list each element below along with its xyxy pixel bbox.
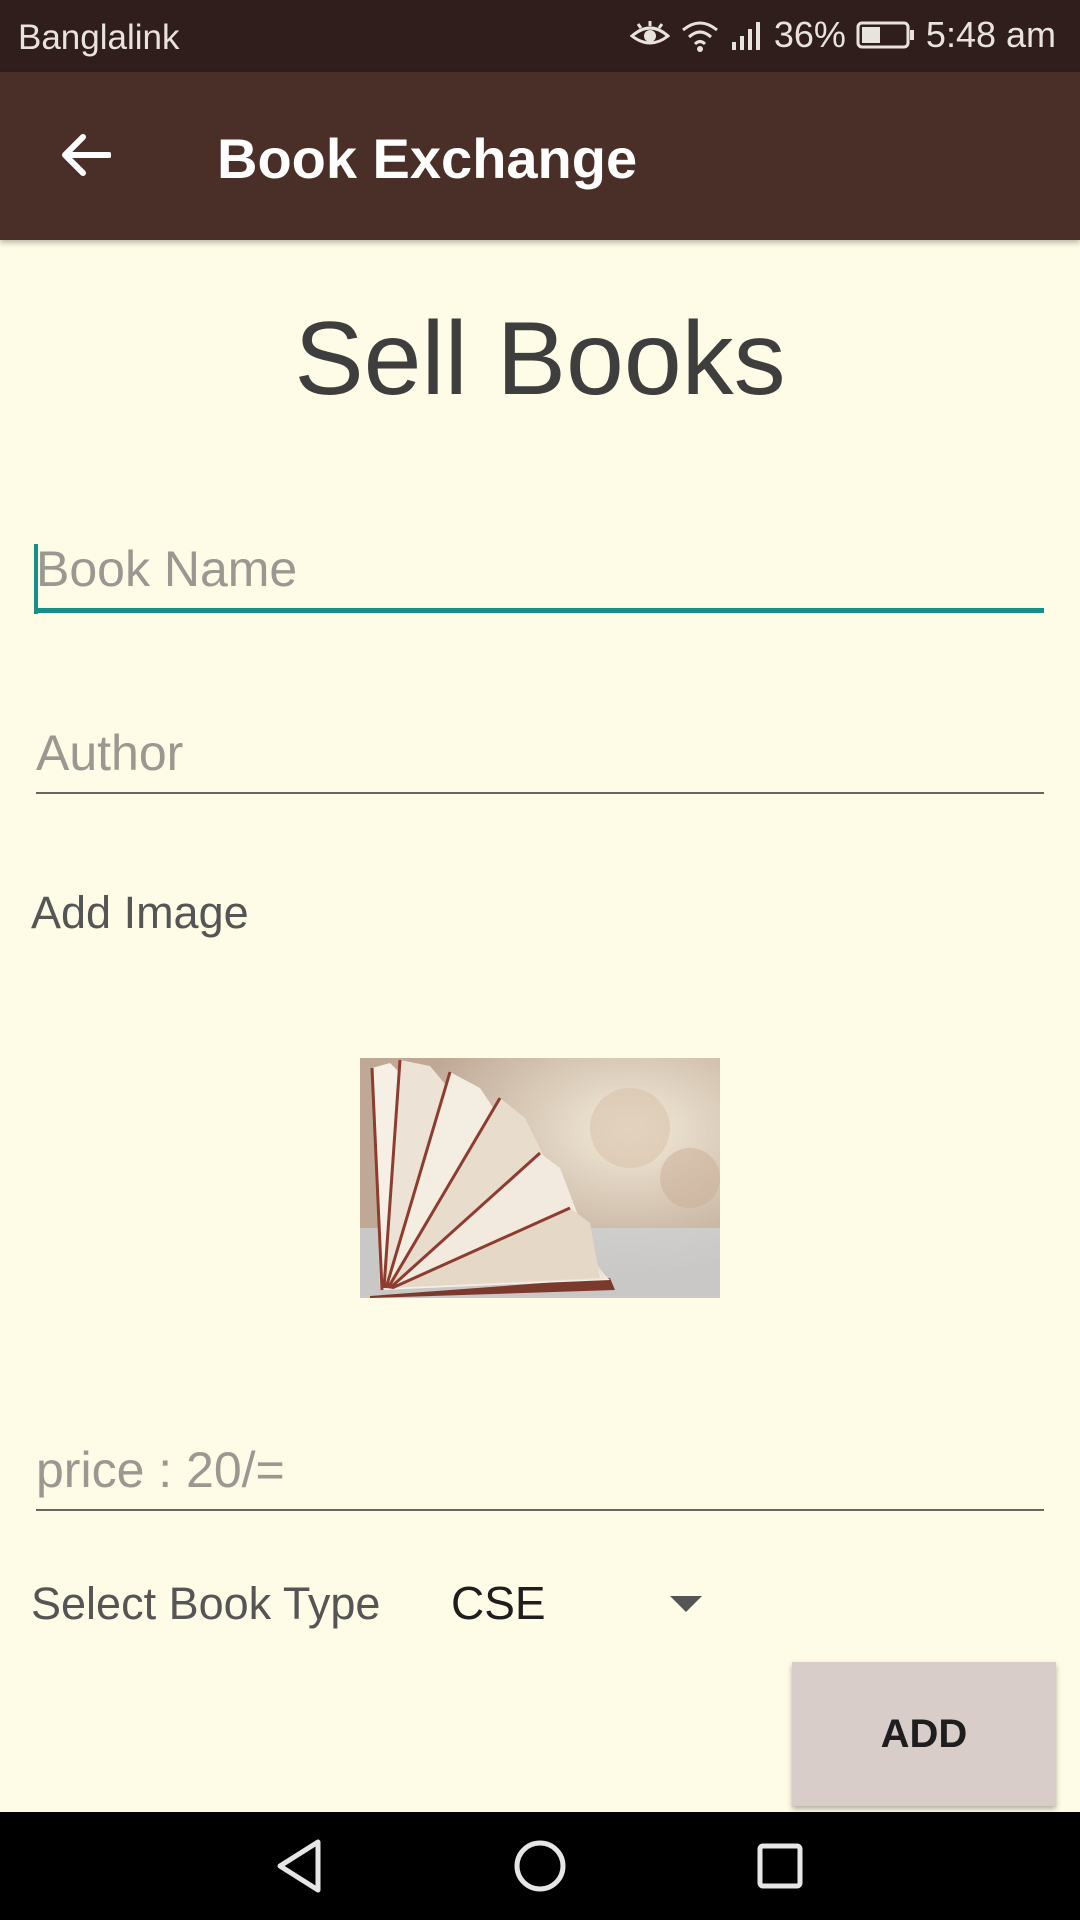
add-button[interactable]: ADD xyxy=(792,1662,1056,1806)
back-triangle-icon xyxy=(270,1839,330,1900)
book-name-field[interactable] xyxy=(34,540,1044,614)
book-name-input[interactable] xyxy=(36,540,1044,608)
back-button[interactable] xyxy=(50,122,120,192)
author-underline xyxy=(36,792,1044,794)
home-circle-icon xyxy=(510,1840,570,1900)
open-book-image xyxy=(360,1058,720,1298)
battery-percent: 36% xyxy=(773,14,846,55)
nav-back-button[interactable] xyxy=(270,1836,330,1896)
add-image-label: Add Image xyxy=(31,887,249,938)
price-input[interactable] xyxy=(36,1441,1044,1509)
author-input[interactable] xyxy=(36,724,1044,792)
book-name-underline xyxy=(36,608,1044,613)
text-cursor xyxy=(34,544,38,614)
status-bar: Banglalink 36% 5:48 am xyxy=(0,0,1080,72)
navigation-bar xyxy=(0,1812,1080,1920)
price-underline xyxy=(36,1509,1044,1511)
book-type-dropdown[interactable]: CSE xyxy=(448,1572,718,1636)
wifi-icon xyxy=(680,18,720,52)
app-title: Book Exchange xyxy=(217,127,638,190)
nav-home-button[interactable] xyxy=(510,1836,570,1896)
book-type-value: CSE xyxy=(451,1577,546,1629)
eye-icon xyxy=(629,20,670,50)
app-bar: Book Exchange xyxy=(0,72,1080,240)
battery-icon xyxy=(856,20,916,50)
page-title: Sell Books xyxy=(294,301,786,417)
book-image-picker[interactable] xyxy=(360,1058,720,1298)
author-field[interactable] xyxy=(36,724,1044,794)
status-icons: 36% 5:48 am xyxy=(629,14,1056,56)
signal-icon xyxy=(730,20,764,50)
carrier-name: Banglalink xyxy=(18,18,180,57)
recents-square-icon xyxy=(750,1843,810,1900)
dropdown-arrow-icon xyxy=(670,1596,702,1619)
clock: 5:48 am xyxy=(925,14,1056,55)
book-type-label: Select Book Type xyxy=(31,1578,381,1629)
price-field[interactable] xyxy=(36,1441,1044,1511)
nav-recents-button[interactable] xyxy=(750,1836,810,1896)
arrow-left-icon xyxy=(59,133,112,182)
